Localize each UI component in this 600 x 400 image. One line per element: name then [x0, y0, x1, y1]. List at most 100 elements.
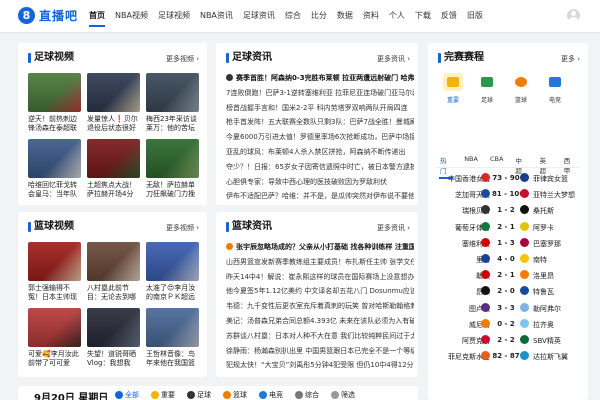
- nav-item[interactable]: 旧版: [467, 10, 483, 21]
- nav-item[interactable]: 综合: [285, 10, 301, 21]
- match-row[interactable]: 里昂4 - 0南特: [436, 252, 586, 266]
- video-title[interactable]: 逆天！前热刺边锋汤森在泰超联赛打进: [28, 115, 81, 133]
- video-item[interactable]: 逆天！前热刺边锋汤森在泰超联赛打进: [28, 73, 81, 133]
- match-row[interactable]: 葡萄牙体育 2 - 1 阿罗卡: [436, 220, 586, 234]
- nav-item[interactable]: 足球资讯: [243, 10, 275, 21]
- category-3[interactable]: 电竞: [538, 73, 572, 104]
- schedule-filter[interactable]: 全部: [115, 390, 139, 400]
- news-item[interactable]: 夺少？！日报：65岁女子因寄信遗照中时亡，被日本警方逮捕: [226, 160, 414, 175]
- video-title[interactable]: 郭士强输得不冤！日本主帅现场怒斥: [28, 284, 81, 302]
- video-title[interactable]: 梅西23年采访谈莱万：他的苦坛地位: [146, 115, 199, 133]
- news-item[interactable]: 7连败倒跑！巴萨3-1逆转塞维利亚 拉菲尼亚连场破门亚马尔两: [226, 86, 414, 101]
- news-item[interactable]: 今夏6000万引进太值！罗德里率场6次抢断成功，巴萨中场接: [226, 130, 414, 145]
- video-item[interactable]: 王哲林音像：鸟年来他在我国篮坛: [146, 308, 199, 368]
- site-logo[interactable]: 8 直播吧: [18, 7, 78, 24]
- news-item[interactable]: 枪手首发阵！五大联赛全数队只剩3队：巴萨7战全胜！曼城刷: [226, 115, 414, 130]
- match-row[interactable]: 中国香港女篮 73 - 90 菲律宾女篮: [436, 171, 586, 185]
- video-title[interactable]: 王哲林音像：鸟年来他在我国篮坛: [146, 350, 199, 368]
- news-headline[interactable]: 赛季首胜！阿森纳0-3完胜布莱顿 拉亚两遭远射破门 哈弗茨: [226, 71, 414, 86]
- nav-item[interactable]: 数据: [337, 10, 353, 21]
- video-thumbnail[interactable]: [87, 242, 140, 281]
- schedule-filter[interactable]: 足球: [187, 390, 211, 400]
- video-thumbnail[interactable]: [146, 242, 199, 281]
- video-title[interactable]: 土超焦点大战！萨拉赫开场4分钟: [87, 181, 140, 199]
- news-item[interactable]: 亚乱的球风：布莱顿4人杀入禁区拼抢，阿森纳不断传递出: [226, 145, 414, 160]
- video-thumbnail[interactable]: [146, 308, 199, 347]
- video-title[interactable]: 哈维回忆菲戈转会皇马：当年队友都会: [28, 181, 81, 199]
- video-thumbnail[interactable]: [28, 73, 81, 112]
- home-team-logo-icon: [481, 335, 490, 344]
- filter-icon: [115, 391, 123, 399]
- match-row[interactable]: 勒沃2 - 1洛里昂: [436, 268, 586, 282]
- video-thumbnail[interactable]: [87, 139, 140, 178]
- video-thumbnail[interactable]: [28, 308, 81, 347]
- news-item[interactable]: 他今夏签5年1.12亿美约 中文译名却五花八门 Dosunmu应该叫: [226, 284, 414, 299]
- category-2[interactable]: 篮球: [504, 73, 538, 104]
- schedule-filter[interactable]: 篮球: [223, 390, 247, 400]
- schedule-filter[interactable]: 综合: [295, 390, 319, 400]
- video-item[interactable]: 哈维回忆菲戈转会皇马：当年队友都会: [28, 139, 81, 199]
- nav-item[interactable]: 资料: [363, 10, 379, 21]
- video-item[interactable]: 失望！道锐哥晒Vlog：我想我: [87, 308, 140, 368]
- video-title[interactable]: 发量惊人❗贝尔退役后状态很好啊: [87, 115, 140, 133]
- match-row[interactable]: 菲尼克斯水星 82 - 87 达拉斯飞翼: [436, 349, 586, 363]
- news-item[interactable]: 美记：汤普森兄弟合同总额4.393亿 未来在该队必须为入有破成: [226, 314, 414, 329]
- more-matches-link[interactable]: 更多 ›: [561, 54, 580, 64]
- video-thumbnail[interactable]: [146, 139, 199, 178]
- video-item[interactable]: 无敌！萨拉赫单刀狂飙破门力挽狂澜: [146, 139, 199, 199]
- video-thumbnail[interactable]: [146, 73, 199, 112]
- video-item[interactable]: 八村塁此前节目：无论去到哪里，我: [87, 242, 140, 302]
- nav-item[interactable]: 首页: [89, 10, 105, 27]
- video-item[interactable]: 梅西23年采访谈莱万：他的苦坛地位: [146, 73, 199, 133]
- nav-item[interactable]: 足球视频: [158, 10, 190, 21]
- match-row[interactable]: 威尼斯 0 - 2 拉齐奥: [436, 317, 586, 331]
- video-title[interactable]: 失望！道锐哥晒Vlog：我想我: [87, 350, 140, 368]
- category-0[interactable]: 重要: [436, 73, 470, 104]
- video-title[interactable]: 无敌！萨拉赫单刀狂飙破门力挽狂澜: [146, 181, 199, 199]
- video-thumbnail[interactable]: [87, 73, 140, 112]
- news-item[interactable]: 榜首战握手言和！国米2-2平 科内劳塔罗双响两队开局四连: [226, 101, 414, 116]
- match-row[interactable]: 阿贾克斯 2 - 2 SBV精英: [436, 333, 586, 347]
- more-videos-link[interactable]: 更多视频 ›: [166, 223, 199, 233]
- video-title[interactable]: 太准了😍李月汝的南京ＰＫ超远: [146, 284, 199, 302]
- nav-item[interactable]: NBA视频: [115, 10, 148, 21]
- video-item[interactable]: 太准了😍李月汝的南京ＰＫ超远: [146, 242, 199, 302]
- user-avatar-icon[interactable]: [567, 9, 580, 22]
- news-item[interactable]: 犯规太快！“大宝贝”刘禹彤5分钟4犯受限 但仍10中4得12分5板: [226, 358, 414, 373]
- video-thumbnail[interactable]: [28, 242, 81, 281]
- news-item[interactable]: 山西男篮宣发新赛季教练组主要成员！布扎斯任主帅 张学文任助: [226, 255, 414, 270]
- schedule-filter[interactable]: 电竞: [259, 390, 283, 400]
- nav-item[interactable]: 反馈: [441, 10, 457, 21]
- news-item[interactable]: 韦德：九千变性后更衣室充斥着真刺的玩笑 曾对哈斯勒翰格刺: [226, 299, 414, 314]
- match-row[interactable]: 图卢兹 3 - 3 勒阿弗尔: [436, 301, 586, 315]
- match-row[interactable]: 芝加哥天空 81 - 106 亚特兰大梦想: [436, 187, 586, 201]
- more-news-link[interactable]: 更多资讯 ›: [377, 54, 410, 64]
- video-item[interactable]: 发量惊人❗贝尔退役后状态很好啊: [87, 73, 140, 133]
- nav-item[interactable]: 比分: [311, 10, 327, 21]
- news-headline[interactable]: 张宇辰忽略场成的？父亲从小打基础 找各种训练样 注重国: [226, 240, 414, 255]
- nav-item[interactable]: 个人: [389, 10, 405, 21]
- schedule-filter[interactable]: 筛选: [331, 390, 355, 400]
- category-1[interactable]: 足球: [470, 73, 504, 104]
- video-title[interactable]: 八村塁此前节目：无论去到哪里，我: [87, 284, 140, 302]
- news-item[interactable]: 苏群谈八村塁：日本对人种不大在意 我们比较纯粹民间过于太美: [226, 329, 414, 344]
- nav-item[interactable]: 下载: [415, 10, 431, 21]
- news-item[interactable]: 徐静雨：杨瀚森别扒出里 中国男篮跟日本已完全不是一个等级: [226, 344, 414, 359]
- match-row[interactable]: 瑞根贝雷 1 - 2 桑托斯: [436, 203, 586, 217]
- schedule-filter[interactable]: 重要: [151, 390, 175, 400]
- news-item[interactable]: 心胆俱专家：导致中西心理的医技破败因为罗敌利伏: [226, 175, 414, 190]
- more-videos-link[interactable]: 更多视频 ›: [166, 54, 199, 64]
- nav-item[interactable]: NBA资讯: [200, 10, 233, 21]
- match-row[interactable]: 昂热2 - 0特鲁瓦: [436, 284, 586, 298]
- video-title[interactable]: 可爱🥰李月汝此前带了可可爱: [28, 350, 81, 368]
- video-thumbnail[interactable]: [28, 139, 81, 178]
- video-thumbnail[interactable]: [87, 308, 140, 347]
- video-item[interactable]: 土超焦点大战！萨拉赫开场4分钟: [87, 139, 140, 199]
- home-team-logo-icon: [481, 221, 490, 231]
- news-item[interactable]: 伊布不适配巴萨？哈维：并不是，是瓜帅突然对伊布说不要他了: [226, 189, 414, 204]
- more-news-link[interactable]: 更多资讯 ›: [377, 223, 410, 233]
- video-item[interactable]: 可爱🥰李月汝此前带了可可爱: [28, 308, 81, 368]
- match-row[interactable]: 塞维利亚 1 - 3 巴塞罗那: [436, 236, 586, 250]
- video-item[interactable]: 郭士强输得不冤！日本主帅现场怒斥: [28, 242, 81, 302]
- news-item[interactable]: 昨天14中4！解说：崔永熙这样的球员在国际赛场上没意想办: [226, 270, 414, 285]
